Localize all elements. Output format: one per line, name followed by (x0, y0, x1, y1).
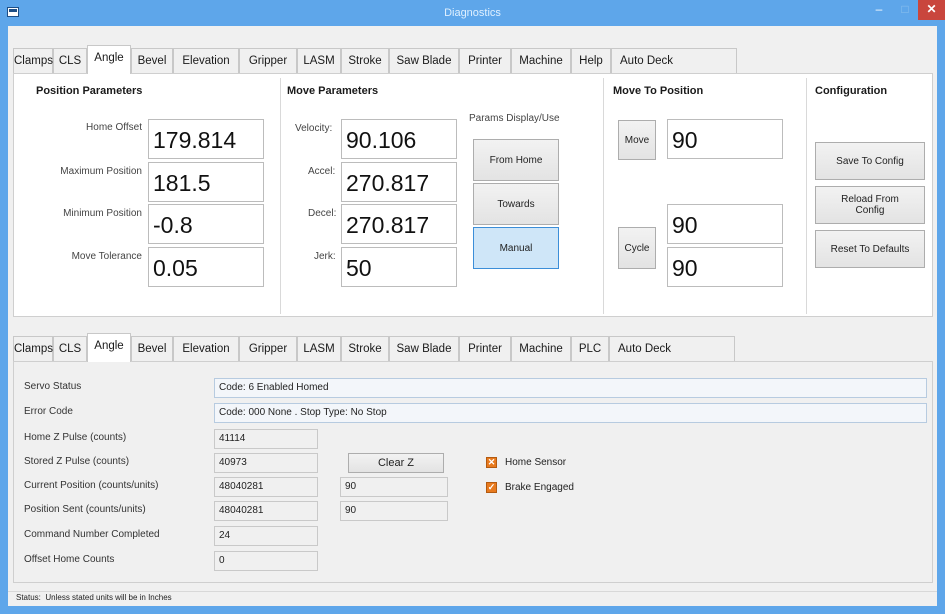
top-tab-stroke[interactable]: Stroke (341, 48, 389, 73)
current-position-units: 90 (340, 477, 448, 497)
servo-status-panel: Servo Status Code: 6 Enabled Homed Error… (13, 361, 933, 583)
error-code-value: Code: 000 None . Stop Type: No Stop (214, 403, 927, 423)
top-tab-printer[interactable]: Printer (459, 48, 511, 73)
from-home-button[interactable]: From Home (473, 139, 559, 181)
offset-home-counts-label: Offset Home Counts (24, 554, 115, 565)
move-to-position-title: Move To Position (613, 85, 704, 97)
clear-z-button[interactable]: Clear Z (348, 453, 444, 473)
top-tab-lasm[interactable]: LASM (297, 48, 341, 73)
top-tab-bevel[interactable]: Bevel (131, 48, 173, 73)
maximum-position-label: Maximum Position (60, 166, 142, 177)
save-to-config-button[interactable]: Save To Config (815, 142, 925, 180)
cycle-button[interactable]: Cycle (618, 227, 656, 269)
status-bar-label: Status: (16, 593, 41, 602)
configuration-title: Configuration (815, 85, 888, 97)
position-parameters-title: Position Parameters (36, 85, 143, 97)
bottom-tab-stroke[interactable]: Stroke (341, 336, 389, 361)
home-offset-label: Home Offset (86, 122, 142, 133)
towards-button[interactable]: Towards (473, 183, 559, 225)
bottom-tab-auto-deck[interactable]: Auto Deck (609, 336, 735, 361)
offset-home-counts-value: 0 (214, 551, 318, 571)
move-button[interactable]: Move (618, 120, 656, 160)
cycle-value-field-2[interactable]: 90 (667, 247, 783, 287)
decel-field[interactable]: 270.817 (341, 204, 457, 244)
home-sensor-label: Home Sensor (505, 457, 567, 468)
command-number-value: 24 (214, 526, 318, 546)
top-tab-auto-deck[interactable]: Auto Deck (611, 48, 737, 73)
top-tab-angle[interactable]: Angle (87, 45, 131, 74)
params-display-label: Params Display/Use (469, 113, 560, 124)
cycle-value-field-1[interactable]: 90 (667, 204, 783, 244)
decel-label: Decel: (308, 208, 337, 219)
bottom-tab-gripper[interactable]: Gripper (239, 336, 297, 361)
status-bar-text: Status: Unless stated units will be in I… (16, 593, 172, 602)
home-z-pulse-label: Home Z Pulse (counts) (24, 432, 127, 443)
brake-engaged-label: Brake Engaged (505, 482, 574, 493)
jerk-field[interactable]: 50 (341, 247, 457, 287)
bottom-tab-elevation[interactable]: Elevation (173, 336, 239, 361)
jerk-label: Jerk: (314, 251, 336, 262)
brake-engaged-checkbox[interactable]: ✓ (486, 482, 497, 493)
bottom-tab-clamps[interactable]: Clamps (13, 336, 53, 361)
top-tab-strip: Clamps CLS Angle Bevel Elevation Gripper… (13, 45, 933, 74)
move-tolerance-field[interactable]: 0.05 (148, 247, 264, 287)
command-number-label: Command Number Completed (24, 529, 160, 540)
move-parameters-title: Move Parameters (287, 85, 379, 97)
top-tab-cls[interactable]: CLS (53, 48, 87, 73)
status-bar: Status: Unless stated units will be in I… (8, 591, 937, 606)
top-tab-help[interactable]: Help (571, 48, 611, 73)
top-tab-clamps[interactable]: Clamps (13, 48, 53, 73)
home-offset-field[interactable]: 179.814 (148, 119, 264, 159)
top-tab-gripper[interactable]: Gripper (239, 48, 297, 73)
bottom-tab-lasm[interactable]: LASM (297, 336, 341, 361)
position-sent-counts: 48040281 (214, 501, 318, 521)
manual-button[interactable]: Manual (473, 227, 559, 269)
top-tab-saw-blade[interactable]: Saw Blade (389, 48, 459, 73)
velocity-field[interactable]: 90.106 (341, 119, 457, 159)
position-parameters-group: Position Parameters Home Offset 179.814 … (14, 74, 280, 314)
bottom-tab-saw-blade[interactable]: Saw Blade (389, 336, 459, 361)
bottom-tab-angle[interactable]: Angle (87, 333, 131, 362)
bottom-tab-printer[interactable]: Printer (459, 336, 511, 361)
bottom-tab-plc[interactable]: PLC (571, 336, 609, 361)
top-tab-machine[interactable]: Machine (511, 48, 571, 73)
home-z-pulse-value: 41114 (214, 429, 318, 449)
minimum-position-field[interactable]: -0.8 (148, 204, 264, 244)
minimum-position-label: Minimum Position (63, 208, 142, 219)
stored-z-pulse-label: Stored Z Pulse (counts) (24, 456, 130, 467)
accel-field[interactable]: 270.817 (341, 162, 457, 202)
bottom-tab-cls[interactable]: CLS (53, 336, 87, 361)
accel-label: Accel: (308, 166, 336, 177)
minimize-button[interactable]: – (866, 0, 892, 20)
current-position-counts: 48040281 (214, 477, 318, 497)
bottom-tab-strip: Clamps CLS Angle Bevel Elevation Gripper… (13, 333, 933, 362)
angle-config-panel: Position Parameters Home Offset 179.814 … (13, 73, 933, 317)
bottom-tab-bevel[interactable]: Bevel (131, 336, 173, 361)
servo-status-label: Servo Status (24, 381, 82, 392)
velocity-label: Velocity: (295, 123, 333, 134)
position-sent-units: 90 (340, 501, 448, 521)
error-code-label: Error Code (24, 406, 73, 417)
position-sent-label: Position Sent (counts/units) (24, 504, 146, 515)
close-button[interactable]: ✕ (918, 0, 945, 20)
configuration-group: Configuration Save To Config Reload From… (807, 74, 932, 314)
move-parameters-group: Move Parameters Velocity: 90.106 Accel: … (281, 74, 603, 314)
bottom-tab-machine[interactable]: Machine (511, 336, 571, 361)
move-tolerance-label: Move Tolerance (71, 251, 142, 262)
home-sensor-checkbox[interactable]: ✕ (486, 457, 497, 468)
maximum-position-field[interactable]: 181.5 (148, 162, 264, 202)
stored-z-pulse-value: 40973 (214, 453, 318, 473)
status-bar-message: Unless stated units will be in Inches (45, 593, 172, 602)
servo-status-value: Code: 6 Enabled Homed (214, 378, 927, 398)
reload-from-config-button[interactable]: Reload From Config (815, 186, 925, 224)
window-title: Diagnostics (444, 7, 501, 19)
top-tab-elevation[interactable]: Elevation (173, 48, 239, 73)
move-target-field[interactable]: 90 (667, 119, 783, 159)
maximize-button[interactable]: □ (892, 0, 918, 20)
reset-to-defaults-button[interactable]: Reset To Defaults (815, 230, 925, 268)
current-position-label: Current Position (counts/units) (24, 480, 159, 491)
move-to-position-group: Move To Position Move 90 Cycle 90 90 (604, 74, 806, 314)
